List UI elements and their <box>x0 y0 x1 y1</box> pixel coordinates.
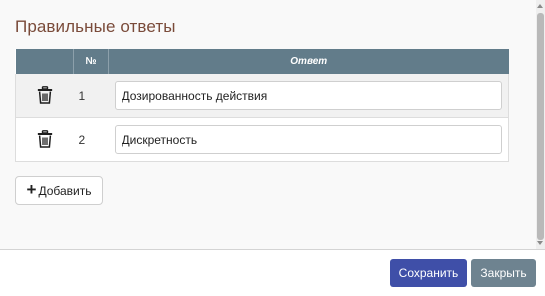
row-number: 2 <box>73 117 109 162</box>
scroll-down-arrow-icon[interactable] <box>537 241 543 245</box>
answer-cell <box>108 74 509 118</box>
dialog-footer: Сохранить Закрыть <box>0 250 545 296</box>
plus-icon: + <box>26 180 37 199</box>
answer-input[interactable] <box>114 81 502 110</box>
table-row: 2 <box>15 117 509 162</box>
answers-panel: Правильные ответы № Ответ 1 Дозированнос… <box>0 0 545 250</box>
delete-cell <box>15 117 74 162</box>
panel-title: Правильные ответы <box>15 17 176 36</box>
header-answer: Ответ <box>108 49 509 74</box>
answer-cell <box>108 117 509 162</box>
save-button[interactable]: Сохранить <box>390 259 467 287</box>
answers-table: № Ответ 1 Дозированность действия 2 Диск… <box>15 49 509 162</box>
add-button-label: Добавить <box>38 183 92 198</box>
scroll-up-arrow-icon[interactable] <box>537 4 543 8</box>
trash-icon[interactable] <box>37 86 53 105</box>
header-delete <box>15 49 74 74</box>
vertical-scrollbar[interactable] <box>536 0 545 249</box>
table-header-row: № Ответ <box>15 49 509 74</box>
scroll-thumb[interactable] <box>537 13 544 240</box>
answer-input[interactable] <box>114 125 502 154</box>
close-button[interactable]: Закрыть <box>471 259 536 287</box>
trash-icon[interactable] <box>37 130 53 149</box>
add-answer-button[interactable]: + Добавить <box>15 176 103 205</box>
delete-cell <box>15 74 74 118</box>
row-number: 1 <box>73 74 109 118</box>
table-row: 1 <box>15 74 509 118</box>
header-number: № <box>73 49 109 74</box>
